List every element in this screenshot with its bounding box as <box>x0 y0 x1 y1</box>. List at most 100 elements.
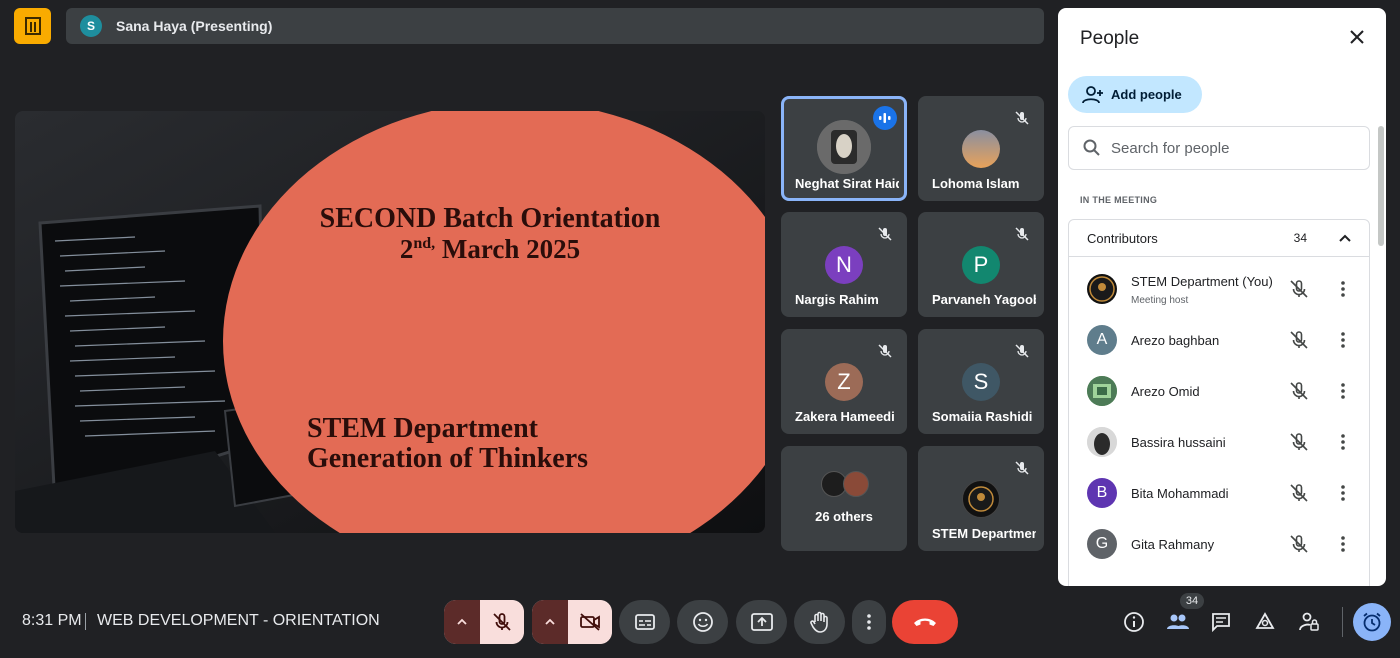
more-vert-icon[interactable] <box>1333 330 1353 350</box>
list-item[interactable]: G Gita Rahmany <box>1069 519 1369 569</box>
more-vert-icon[interactable] <box>1333 534 1353 554</box>
hand-icon <box>809 611 828 633</box>
raise-hand-button[interactable] <box>794 600 845 644</box>
speaking-indicator-icon <box>873 106 897 130</box>
avatar <box>962 480 1000 518</box>
more-vert-icon[interactable] <box>1333 483 1353 503</box>
list-item[interactable]: B Bita Mohammadi <box>1069 468 1369 518</box>
video-settings-button[interactable] <box>532 600 568 644</box>
add-person-icon <box>1082 85 1103 103</box>
app-logo[interactable] <box>14 8 51 44</box>
more-vert-icon[interactable] <box>1333 432 1353 452</box>
mic-off-icon[interactable] <box>1289 381 1309 401</box>
more-vert-icon[interactable] <box>1333 279 1353 299</box>
others-label: 26 others <box>815 509 873 524</box>
add-people-label: Add people <box>1111 87 1182 102</box>
participant-name: Lohoma Islam <box>932 176 1020 191</box>
camera-control-group <box>532 600 612 644</box>
activities-icon <box>1255 612 1275 629</box>
avatar: S <box>962 363 1000 401</box>
participant-name: STEM Department <box>932 526 1036 541</box>
camera-off-icon <box>580 613 600 631</box>
people-button[interactable] <box>1165 609 1191 635</box>
alarm-clock-icon <box>1363 612 1381 632</box>
more-vert-icon <box>867 614 871 630</box>
contributors-header[interactable]: Contributors 34 <box>1069 220 1369 257</box>
presenter-label: Sana Haya (Presenting) <box>116 18 273 34</box>
close-icon[interactable] <box>1346 26 1368 48</box>
list-item[interactable]: Bassira hussaini <box>1069 417 1369 467</box>
leave-call-button[interactable] <box>892 600 958 644</box>
person-role: Meeting host <box>1131 295 1189 306</box>
info-icon <box>1124 612 1144 632</box>
mic-off-icon[interactable] <box>1289 483 1309 503</box>
captions-button[interactable] <box>619 600 670 644</box>
mic-off-icon <box>878 344 892 358</box>
participant-tile[interactable]: STEM Department <box>918 446 1044 551</box>
participant-name: Nargis Rahim <box>795 292 879 307</box>
others-tile[interactable]: 26 others <box>781 446 907 551</box>
lock-person-icon <box>1299 612 1319 631</box>
mic-off-icon[interactable] <box>1289 534 1309 554</box>
divider <box>1342 607 1343 637</box>
list-item[interactable]: STEM Department (You) Meeting host <box>1069 264 1369 314</box>
chevron-up-icon <box>457 618 467 625</box>
avatar <box>1087 376 1117 406</box>
chat-button[interactable] <box>1208 609 1234 635</box>
avatar: G <box>1087 529 1117 559</box>
participant-name: Neghat Sirat Haidari <box>795 176 899 191</box>
clock: 8:31 PM <box>22 612 82 629</box>
mic-toggle-button[interactable] <box>480 600 524 644</box>
list-item[interactable]: Arezo Omid <box>1069 366 1369 416</box>
mic-off-icon[interactable] <box>1289 279 1309 299</box>
audio-settings-button[interactable] <box>444 600 480 644</box>
present-screen-icon <box>750 613 773 631</box>
host-controls-button[interactable] <box>1296 609 1322 635</box>
more-options-button[interactable] <box>852 600 886 644</box>
mic-off-icon[interactable] <box>1289 432 1309 452</box>
participant-name: Parvaneh Yagoobi <box>932 292 1036 307</box>
mic-off-icon <box>1015 461 1029 475</box>
add-people-button[interactable]: Add people <box>1068 76 1202 113</box>
presenter-avatar: S <box>80 15 102 37</box>
avatar: N <box>825 246 863 284</box>
search-input[interactable] <box>1111 139 1351 157</box>
slide-title-line1: SECOND Batch Orientation <box>320 203 661 234</box>
meeting-details-button[interactable] <box>1121 609 1147 635</box>
captions-icon <box>634 614 655 630</box>
mic-off-icon <box>878 227 892 241</box>
avatar: P <box>962 246 1000 284</box>
slide-dept-line: STEM Department <box>307 413 539 444</box>
participant-tile[interactable]: S Somaiia Rashidi <box>918 329 1044 434</box>
others-avatars <box>821 471 871 499</box>
person-name: Arezo Omid <box>1131 383 1200 399</box>
mic-off-icon[interactable] <box>1289 330 1309 350</box>
chat-icon <box>1212 613 1230 633</box>
participant-tile[interactable]: P Parvaneh Yagoobi <box>918 212 1044 317</box>
group-name: Contributors <box>1087 230 1158 246</box>
group-count: 34 <box>1293 231 1307 245</box>
mic-off-icon <box>1015 111 1029 125</box>
more-vert-icon[interactable] <box>1333 381 1353 401</box>
search-box[interactable] <box>1068 126 1370 170</box>
present-button[interactable] <box>736 600 787 644</box>
meeting-logo-icon <box>24 17 41 35</box>
camera-toggle-button[interactable] <box>568 600 612 644</box>
participant-tile[interactable]: Lohoma Islam <box>918 96 1044 201</box>
participant-tile[interactable]: N Nargis Rahim <box>781 212 907 317</box>
list-item[interactable]: A Arezo baghban <box>1069 315 1369 365</box>
avatar <box>1087 274 1117 304</box>
participant-tile[interactable]: Z Zakera Hameedi <box>781 329 907 434</box>
reactions-button[interactable] <box>677 600 728 644</box>
chevron-up-icon[interactable] <box>1337 230 1353 246</box>
scrollbar[interactable] <box>1378 126 1384 246</box>
divider <box>85 613 86 630</box>
mic-control-group <box>444 600 524 644</box>
avatar: Z <box>825 363 863 401</box>
participant-tile[interactable]: Neghat Sirat Haidari <box>781 96 907 201</box>
person-name: Arezo baghban <box>1131 332 1220 348</box>
activities-button[interactable] <box>1252 609 1278 635</box>
slide-tagline: Generation of Thinkers <box>307 443 588 474</box>
call-end-icon <box>914 618 936 626</box>
timer-button[interactable] <box>1353 603 1391 641</box>
